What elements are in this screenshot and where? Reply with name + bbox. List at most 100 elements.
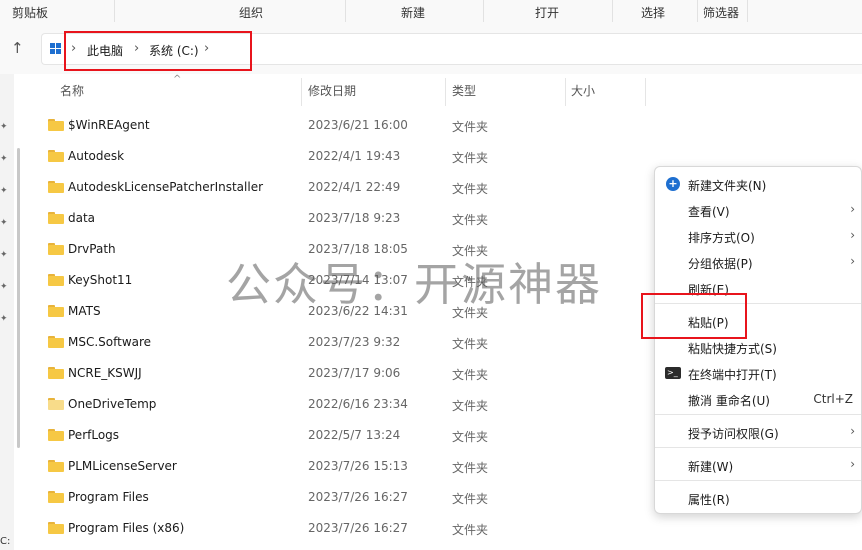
menu-label: 排序方式(O) bbox=[688, 231, 755, 245]
folder-icon bbox=[48, 243, 64, 255]
sort-ascending-icon: ^ bbox=[173, 74, 182, 85]
file-type: 文件夹 bbox=[452, 492, 489, 506]
menu-item-give-access[interactable]: 授予访问权限(G) › bbox=[655, 419, 861, 445]
menu-item-open-terminal[interactable]: >_ 在终端中打开(T) bbox=[655, 360, 861, 386]
file-type: 文件夹 bbox=[452, 399, 489, 413]
file-name[interactable]: MSC.Software bbox=[68, 335, 151, 349]
folder-icon bbox=[48, 460, 64, 472]
file-name[interactable]: $WinREAgent bbox=[68, 118, 150, 132]
file-type: 文件夹 bbox=[452, 430, 489, 444]
menu-item-undo-rename[interactable]: 撤消 重命名(U) Ctrl+Z bbox=[655, 386, 861, 412]
ribbon-divider bbox=[483, 0, 484, 22]
terminal-icon: >_ bbox=[665, 367, 681, 379]
file-date: 2022/6/16 23:34 bbox=[308, 397, 408, 411]
file-name[interactable]: AutodeskLicensePatcherInstaller bbox=[68, 180, 263, 194]
folder-icon bbox=[48, 429, 64, 441]
file-type: 文件夹 bbox=[452, 120, 489, 134]
file-date: 2023/7/18 9:23 bbox=[308, 211, 401, 225]
file-date: 2023/7/26 15:13 bbox=[308, 459, 408, 473]
folder-icon bbox=[48, 367, 64, 379]
folder-icon bbox=[48, 336, 64, 348]
file-date: 2022/4/1 19:43 bbox=[308, 149, 401, 163]
file-name[interactable]: MATS bbox=[68, 304, 101, 318]
file-date: 2023/6/21 16:00 bbox=[308, 118, 408, 132]
pin-icon: ✦ bbox=[0, 282, 8, 292]
file-type: 文件夹 bbox=[452, 368, 489, 382]
this-pc-icon[interactable] bbox=[50, 43, 61, 54]
ribbon-group-organize[interactable]: 组织 bbox=[239, 4, 263, 21]
file-type: 文件夹 bbox=[452, 182, 489, 196]
file-date: 2023/7/23 9:32 bbox=[308, 335, 401, 349]
ribbon-group-open[interactable]: 打开 bbox=[535, 4, 559, 21]
file-row[interactable]: MSC.Software 2023/7/23 9:32 文件夹 bbox=[40, 329, 600, 357]
highlight-box-address bbox=[64, 31, 252, 71]
file-name[interactable]: Program Files bbox=[68, 490, 149, 504]
pane-scrollbar[interactable] bbox=[17, 148, 20, 448]
file-name[interactable]: data bbox=[68, 211, 95, 225]
ribbon-toolbar: 剪贴板 组织 新建 打开 选择 筛选器 bbox=[0, 0, 862, 25]
file-row[interactable]: Program Files (x86) 2023/7/26 16:27 文件夹 bbox=[40, 515, 600, 543]
chevron-right-icon: › bbox=[850, 424, 855, 438]
file-date: 2023/7/17 9:06 bbox=[308, 366, 401, 380]
column-header-type[interactable]: 类型 bbox=[452, 82, 476, 106]
chevron-right-icon: › bbox=[850, 202, 855, 216]
file-name[interactable]: PLMLicenseServer bbox=[68, 459, 177, 473]
chevron-right-icon: › bbox=[850, 228, 855, 242]
folder-icon bbox=[48, 522, 64, 534]
column-divider[interactable] bbox=[301, 78, 302, 106]
ribbon-group-select[interactable]: 选择 bbox=[641, 4, 665, 21]
column-header-size[interactable]: 大小 bbox=[571, 82, 595, 106]
column-header-name[interactable]: 名称 bbox=[60, 82, 84, 106]
column-divider[interactable] bbox=[645, 78, 646, 106]
ribbon-divider bbox=[114, 0, 115, 22]
file-row[interactable]: OneDriveTemp 2022/6/16 23:34 文件夹 bbox=[40, 391, 600, 419]
file-type: 文件夹 bbox=[452, 523, 489, 537]
ribbon-divider bbox=[747, 0, 748, 22]
folder-icon bbox=[48, 119, 64, 131]
menu-separator bbox=[655, 480, 861, 481]
file-row[interactable]: $WinREAgent 2023/6/21 16:00 文件夹 bbox=[40, 112, 600, 140]
file-row[interactable]: data 2023/7/18 9:23 文件夹 bbox=[40, 205, 600, 233]
file-name[interactable]: Program Files (x86) bbox=[68, 521, 184, 535]
column-divider[interactable] bbox=[445, 78, 446, 106]
menu-separator bbox=[655, 414, 861, 415]
file-name[interactable]: PerfLogs bbox=[68, 428, 119, 442]
menu-item-sort[interactable]: 排序方式(O) › bbox=[655, 223, 861, 249]
new-folder-icon: + bbox=[666, 177, 680, 191]
file-row[interactable]: Autodesk 2022/4/1 19:43 文件夹 bbox=[40, 143, 600, 171]
up-arrow-icon[interactable]: ↑ bbox=[11, 39, 24, 57]
file-row[interactable]: NCRE_KSWJJ 2023/7/17 9:06 文件夹 bbox=[40, 360, 600, 388]
pin-icon: ✦ bbox=[0, 250, 8, 260]
file-name[interactable]: DrvPath bbox=[68, 242, 116, 256]
file-row[interactable]: Program Files 2023/7/26 16:27 文件夹 bbox=[40, 484, 600, 512]
menu-label: 在终端中打开(T) bbox=[688, 368, 777, 382]
folder-icon bbox=[48, 150, 64, 162]
column-header-date[interactable]: 修改日期 bbox=[308, 82, 356, 106]
menu-label: 粘贴快捷方式(S) bbox=[688, 342, 777, 356]
column-divider[interactable] bbox=[565, 78, 566, 106]
menu-item-new[interactable]: 新建(W) › bbox=[655, 452, 861, 478]
file-name[interactable]: OneDriveTemp bbox=[68, 397, 156, 411]
file-row[interactable]: PerfLogs 2022/5/7 13:24 文件夹 bbox=[40, 422, 600, 450]
folder-icon bbox=[48, 181, 64, 193]
ribbon-group-filter[interactable]: 筛选器 bbox=[703, 4, 739, 21]
menu-item-properties[interactable]: 属性(R) bbox=[655, 485, 861, 511]
ribbon-group-new[interactable]: 新建 bbox=[401, 4, 425, 21]
menu-label: 授予访问权限(G) bbox=[688, 427, 779, 441]
folder-icon bbox=[48, 491, 64, 503]
file-name[interactable]: KeyShot11 bbox=[68, 273, 132, 287]
menu-label: 新建文件夹(N) bbox=[688, 179, 767, 193]
menu-item-view[interactable]: 查看(V) › bbox=[655, 197, 861, 223]
file-type: 文件夹 bbox=[452, 213, 489, 227]
file-name[interactable]: Autodesk bbox=[68, 149, 124, 163]
highlight-box-paste bbox=[641, 293, 747, 339]
ribbon-group-clipboard[interactable]: 剪贴板 bbox=[12, 4, 48, 21]
menu-item-group[interactable]: 分组依据(P) › bbox=[655, 249, 861, 275]
file-name[interactable]: NCRE_KSWJJ bbox=[68, 366, 142, 380]
drive-label-fragment: C: bbox=[0, 536, 11, 547]
file-row[interactable]: AutodeskLicensePatcherInstaller 2022/4/1 … bbox=[40, 174, 600, 202]
menu-item-new-folder[interactable]: + 新建文件夹(N) bbox=[655, 171, 861, 197]
file-row[interactable]: PLMLicenseServer 2023/7/26 15:13 文件夹 bbox=[40, 453, 600, 481]
pin-icon: ✦ bbox=[0, 154, 8, 164]
context-menu: + 新建文件夹(N) 查看(V) › 排序方式(O) › 分组依据(P) › 刷… bbox=[654, 166, 862, 514]
